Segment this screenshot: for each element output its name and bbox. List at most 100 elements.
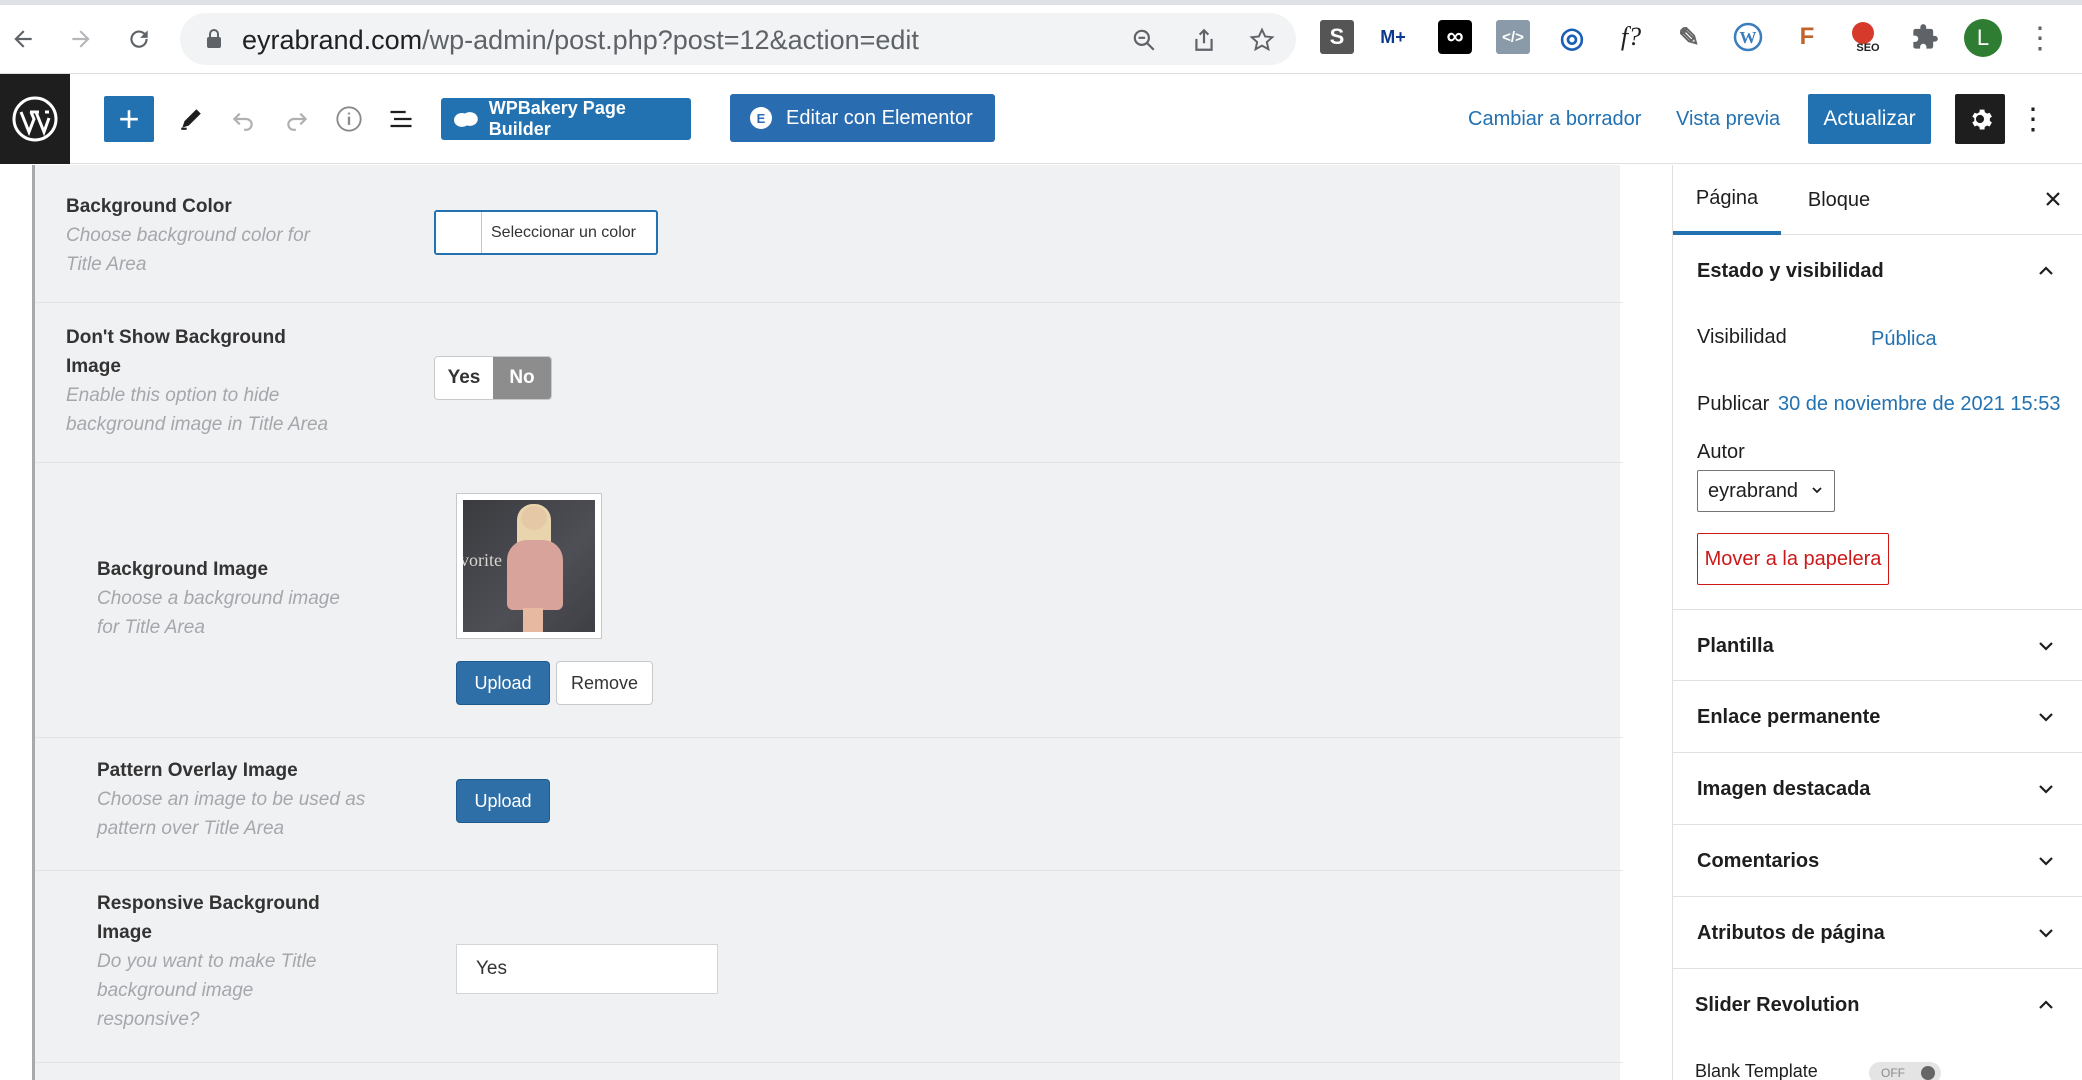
svg-text:W: W xyxy=(1740,28,1757,47)
extension-target-icon[interactable]: ◎ xyxy=(1555,20,1589,54)
preview-link[interactable]: Vista previa xyxy=(1676,98,1780,140)
panel-featured-image-title: Imagen destacada xyxy=(1697,778,1871,800)
browser-menu-icon[interactable]: ⋮ xyxy=(2025,20,2055,56)
bg-image-title: Background Image xyxy=(97,559,269,580)
extension-font-icon[interactable]: f? xyxy=(1614,20,1648,54)
visibility-label: Visibilidad xyxy=(1697,326,1787,348)
bg-image-thumbnail[interactable]: vorite xyxy=(456,493,602,639)
extension-infinity-icon[interactable]: ∞ xyxy=(1438,20,1472,54)
extension-movistar-icon[interactable]: M+ xyxy=(1376,20,1410,54)
blank-template-toggle[interactable]: OFF xyxy=(1869,1062,1941,1080)
list-view-icon[interactable] xyxy=(380,98,422,140)
panel-slider-revolution[interactable]: Slider Revolution xyxy=(1673,969,2082,1041)
svg-text:SEO: SEO xyxy=(1856,42,1880,54)
reload-icon[interactable] xyxy=(122,22,156,56)
responsive-row: Responsive Background Image Do you want … xyxy=(35,871,1623,1063)
toggle-yes-option[interactable]: Yes xyxy=(435,357,493,399)
extension-code-icon[interactable]: </> xyxy=(1496,20,1530,54)
panel-template-title: Plantilla xyxy=(1697,635,1774,657)
wpbakery-cloud-icon xyxy=(453,112,478,127)
chevron-down-icon xyxy=(2039,929,2053,938)
panel-featured-image[interactable]: Imagen destacada xyxy=(1673,753,2082,825)
bg-color-desc: Choose background color for Title Area xyxy=(66,225,310,275)
responsive-title: Responsive Background Image xyxy=(97,893,320,943)
bg-image-remove-button[interactable]: Remove xyxy=(556,661,653,705)
bg-image-preview: vorite xyxy=(463,500,595,632)
panel-permalink-title: Enlace permanente xyxy=(1697,706,1881,728)
toggle-no-option[interactable]: No xyxy=(493,357,551,399)
publish-date-link[interactable]: 30 de noviembre de 2021 15:53 xyxy=(1778,393,2060,416)
panel-template[interactable]: Plantilla xyxy=(1673,609,2082,681)
forward-arrow-icon[interactable] xyxy=(64,22,98,56)
responsive-desc: Do you want to make Title background ima… xyxy=(97,951,317,1030)
elementor-button[interactable]: E Editar con Elementor xyxy=(730,94,995,142)
zoom-icon[interactable] xyxy=(1130,26,1158,54)
extension-builder-icon[interactable]: F xyxy=(1790,20,1824,54)
extension-wordpress-icon[interactable]: W xyxy=(1731,20,1765,54)
toggle-off-text: OFF xyxy=(1881,1066,1905,1080)
panel-slider-revolution-title: Slider Revolution xyxy=(1695,994,1860,1016)
panel-permalink[interactable]: Enlace permanente xyxy=(1673,681,2082,753)
color-picker-button[interactable]: Seleccionar un color xyxy=(434,210,658,255)
pattern-desc: Choose an image to be used as pattern ov… xyxy=(97,789,366,839)
add-block-button[interactable]: + xyxy=(104,96,154,142)
sidebar-tabs: Página Bloque xyxy=(1673,165,2082,235)
wpbakery-button[interactable]: WPBakery Page Builder xyxy=(441,98,691,140)
editor-canvas: Background Color Choose background color… xyxy=(0,165,1672,1080)
hide-bg-row: Don't Show Background Image Enable this … xyxy=(35,303,1623,463)
pattern-row: Pattern Overlay Image Choose an image to… xyxy=(35,738,1623,871)
chevron-down-icon xyxy=(2039,785,2053,794)
tab-page[interactable]: Página xyxy=(1673,165,1781,235)
chevron-down-icon xyxy=(2039,642,2053,651)
update-button[interactable]: Actualizar xyxy=(1808,94,1931,144)
undo-icon[interactable] xyxy=(222,98,264,140)
panel-page-attributes[interactable]: Atributos de página xyxy=(1673,897,2082,969)
wordpress-logo-icon[interactable] xyxy=(0,74,70,164)
info-icon[interactable] xyxy=(328,98,370,140)
redo-icon[interactable] xyxy=(276,98,318,140)
publish-label: Publicar xyxy=(1697,393,1770,415)
browser-toolbar: eyrabrand.com/wp-admin/post.php?post=12&… xyxy=(0,0,2082,74)
extension-eyedropper-icon[interactable]: ✎ xyxy=(1672,20,1706,54)
switch-to-draft-link[interactable]: Cambiar a borrador xyxy=(1468,98,1641,140)
share-icon[interactable] xyxy=(1190,26,1218,54)
options-menu-icon[interactable]: ⋮ xyxy=(2018,98,2048,140)
extension-s-icon[interactable]: S xyxy=(1320,20,1354,54)
preview-face xyxy=(521,506,547,530)
bg-image-desc: Choose a background image for Title Area xyxy=(97,588,340,638)
responsive-select[interactable]: Yes xyxy=(456,944,718,994)
status-visibility-title: Estado y visibilidad xyxy=(1697,260,1884,282)
blank-template-label: Blank Template xyxy=(1695,1061,1818,1080)
bg-color-title: Background Color xyxy=(66,196,232,217)
author-select[interactable]: eyrabrand xyxy=(1697,470,1835,512)
preview-legs xyxy=(523,608,543,632)
lock-icon xyxy=(207,29,221,48)
chevron-down-icon xyxy=(2039,713,2053,722)
settings-gear-icon[interactable] xyxy=(1955,94,2005,144)
bg-image-upload-button[interactable]: Upload xyxy=(456,661,550,705)
close-sidebar-icon[interactable] xyxy=(2035,181,2071,217)
chevron-down-icon xyxy=(1812,487,1822,494)
editor-header: + WPBakery Page Builder E Editar con Ele… xyxy=(0,74,2082,164)
pattern-upload-button[interactable]: Upload xyxy=(456,779,550,823)
hide-bg-desc: Enable this option to hide background im… xyxy=(66,385,329,435)
color-picker-label: Seleccionar un color xyxy=(491,224,636,241)
status-visibility-panel-toggle[interactable]: Estado y visibilidad xyxy=(1673,235,2082,307)
url-text: eyrabrand.com/wp-admin/post.php?post=12&… xyxy=(242,25,919,55)
author-label: Autor xyxy=(1697,441,1745,463)
preview-text: vorite xyxy=(463,550,502,570)
extension-seo-icon[interactable]: SEO xyxy=(1848,20,1882,54)
back-arrow-icon[interactable] xyxy=(6,22,40,56)
profile-avatar[interactable]: L xyxy=(1964,19,2002,57)
move-to-trash-button[interactable]: Mover a la papelera xyxy=(1697,533,1889,585)
wpbakery-label: WPBakery Page Builder xyxy=(488,98,626,139)
visibility-link[interactable]: Pública xyxy=(1871,328,1937,351)
extensions-puzzle-icon[interactable] xyxy=(1908,20,1942,54)
bookmark-star-icon[interactable] xyxy=(1248,26,1276,54)
edit-pencil-icon[interactable] xyxy=(170,98,212,140)
hide-bg-toggle[interactable]: Yes No xyxy=(434,356,552,400)
pattern-title: Pattern Overlay Image xyxy=(97,760,298,781)
tab-block[interactable]: Bloque xyxy=(1789,165,1889,235)
address-bar[interactable]: eyrabrand.com/wp-admin/post.php?post=12&… xyxy=(180,13,1296,65)
panel-comments[interactable]: Comentarios xyxy=(1673,825,2082,897)
